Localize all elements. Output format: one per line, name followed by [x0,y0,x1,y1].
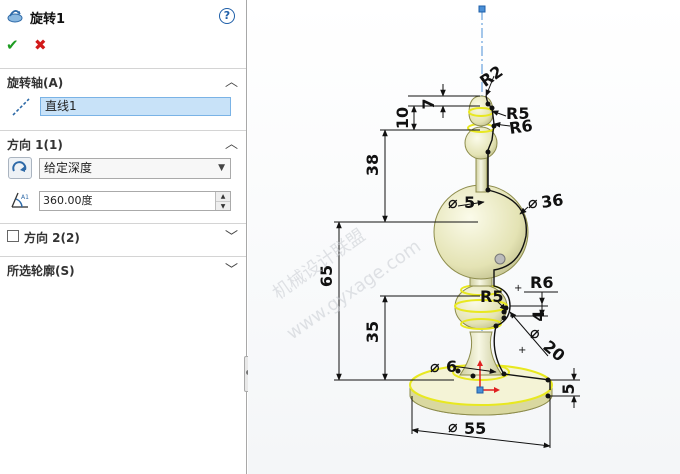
feature-titlebar: 旋转1 ? [0,0,246,32]
end-condition-select[interactable]: 给定深度 ▼ [39,158,231,179]
dim-r2[interactable]: R2 [476,62,506,91]
confirm-row: ✔ ✖ [0,33,246,57]
chevron-up-icon[interactable]: ︿ [225,133,238,152]
end-condition-value: 给定深度 [44,161,93,175]
cursor-plus-icon: + [514,283,522,294]
axis-endpoint-top[interactable] [478,5,486,13]
spin-down-icon[interactable]: ▼ [216,201,230,210]
dim-dia5-symbol: ⌀ [448,193,458,212]
top-finial[interactable] [468,95,494,127]
angle-spinner[interactable]: ▲ ▼ [215,192,230,210]
dim-r6-top[interactable]: R6 [508,116,534,138]
axis-line-icon [12,98,30,116]
section-direction1-header[interactable]: 方向 1(1) ︿ [0,130,246,154]
section-direction2-label: 方向 2(2) [24,231,80,245]
dim-35[interactable]: 35 [363,321,382,343]
dim-dia5[interactable]: 5 [464,193,475,212]
revolve-feature-icon [7,10,23,23]
dim-dia55-symbol: ⌀ [448,417,458,436]
property-manager: 旋转1 ? ✔ ✖ 旋转轴(A) ︿ 直线1 方向 1(1) ︿ 给定深度 ▼ … [0,0,247,474]
angle-icon: A1 [11,192,29,208]
dim-r5-mid[interactable]: R5 [480,287,503,306]
chevron-down-icon[interactable]: ﹀ [225,259,238,278]
chevron-up-icon[interactable]: ︿ [225,71,238,90]
dim-4[interactable]: 4 [529,310,548,321]
direction2-checkbox[interactable] [7,230,19,242]
axis-selection-field[interactable]: 直线1 [40,97,231,116]
dim-10[interactable]: 10 [393,107,412,129]
help-icon[interactable]: ? [219,8,235,24]
dim-dia20[interactable]: 20 [539,337,568,366]
section-contours-header[interactable]: 所选轮廓(S) ﹀ [0,256,246,280]
dim-r6-mid[interactable]: R6 [530,273,553,292]
graphics-viewport[interactable]: + + R2 7 10 R5 R6 38 ⌀ 5 ⌀ 36 65 R6 R5 4… [248,0,680,474]
feature-title: 旋转1 [30,12,66,27]
chevron-down-icon[interactable]: ﹀ [225,226,238,245]
section-axis-label: 旋转轴(A) [7,76,64,90]
section-direction1-label: 方向 1(1) [7,138,63,152]
dim-38[interactable]: 38 [363,154,382,176]
svg-text:A1: A1 [21,194,29,201]
checkmark-icon[interactable]: ✔ [6,36,19,54]
close-icon[interactable]: ✖ [34,36,47,54]
angle-value: 360.00度 [43,194,93,207]
dim-dia6[interactable]: 6 [446,357,457,376]
chevron-down-icon: ▼ [218,163,225,173]
reverse-direction-button[interactable] [8,157,32,179]
sketch-canvas[interactable]: + + R2 7 10 R5 R6 38 ⌀ 5 ⌀ 36 65 R6 R5 4… [248,0,680,474]
sketch-relation-icon [494,253,506,265]
section-direction2-header[interactable]: 方向 2(2) ﹀ [0,223,246,247]
reverse-direction-icon [12,161,27,172]
dim-5[interactable]: 5 [559,383,578,394]
dim-dia36[interactable]: 36 [540,190,565,212]
dim-dia55[interactable]: 55 [464,419,486,438]
section-axis-header[interactable]: 旋转轴(A) ︿ [0,68,246,92]
dim-dia6-symbol: ⌀ [430,357,440,376]
cursor-plus-icon: + [518,345,526,356]
dim-dia20-symbol: ⌀ [530,323,540,342]
dim-dia36-symbol: ⌀ [528,193,538,212]
dim-7[interactable]: 7 [419,98,438,109]
section-contours-label: 所选轮廓(S) [7,264,75,278]
spin-up-icon[interactable]: ▲ [216,192,230,201]
angle-input[interactable]: 360.00度 ▲ ▼ [39,191,231,211]
